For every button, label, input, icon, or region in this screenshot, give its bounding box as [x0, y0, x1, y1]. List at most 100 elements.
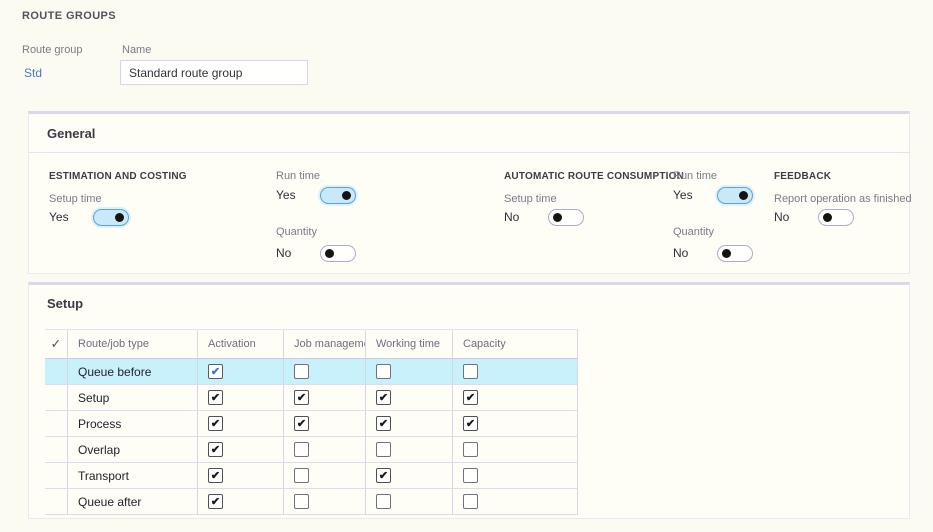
grid-checkbox[interactable]: ✔ [463, 390, 478, 405]
route-job-type-cell: Transport [68, 463, 198, 488]
row-select-cell[interactable] [45, 411, 68, 436]
route-job-type-cell: Process [68, 411, 198, 436]
setup-table: ✓ Route/job type Activation Job manageme… [45, 329, 578, 515]
row-select-cell[interactable] [45, 385, 68, 410]
row-select-cell[interactable] [45, 463, 68, 488]
tab-general-header[interactable]: General [29, 114, 909, 153]
table-row[interactable]: Transport ✔ ✔ [45, 463, 578, 489]
grid-checkbox[interactable] [463, 494, 478, 509]
toggle-knob [722, 249, 731, 258]
checkbox-cell: ✔ [366, 385, 453, 410]
grid-checkbox[interactable] [463, 442, 478, 457]
route-job-type-cell: Overlap [68, 437, 198, 462]
col-header-activation[interactable]: Activation [198, 330, 284, 358]
route-group-value[interactable]: Std [24, 66, 42, 80]
row-select-cell[interactable] [45, 359, 68, 384]
setup-table-body: Queue before✔Setup✔✔✔✔Process✔✔✔✔Overlap… [45, 359, 578, 515]
tab-setup-header[interactable]: Setup [29, 285, 909, 321]
grid-checkbox[interactable] [294, 442, 309, 457]
checkbox-cell [366, 359, 453, 384]
group-heading: FEEDBACK [774, 171, 831, 182]
checkbox-cell: ✔ [198, 359, 284, 384]
table-row[interactable]: Queue before ✔ [45, 359, 578, 385]
table-row[interactable]: Process ✔ ✔ ✔ ✔ [45, 411, 578, 437]
grid-checkbox[interactable]: ✔ [376, 390, 391, 405]
checkbox-cell [284, 489, 366, 514]
grid-checkbox[interactable]: ✔ [208, 494, 223, 509]
row-select-cell[interactable] [45, 437, 68, 462]
grid-checkbox[interactable]: ✔ [294, 416, 309, 431]
checkbox-cell [453, 437, 578, 462]
grid-checkbox[interactable]: ✔ [294, 390, 309, 405]
quantity-value: No [276, 246, 320, 260]
grid-checkbox[interactable]: ✔ [208, 442, 223, 457]
grid-checkbox[interactable]: ✔ [208, 416, 223, 431]
route-job-type-cell: Queue before [68, 359, 198, 384]
run-time-label: Run time [276, 170, 320, 182]
checkbox-cell: ✔ [198, 489, 284, 514]
toggle-knob [342, 191, 351, 200]
grid-checkbox[interactable]: ✔ [208, 364, 223, 379]
estimation-quantity-toggle[interactable] [320, 245, 356, 262]
group-heading: AUTOMATIC ROUTE CONSUMPTION [504, 171, 684, 182]
report-operation-as-finished-label: Report operation as finished [774, 193, 912, 205]
grid-checkbox[interactable]: ✔ [208, 468, 223, 483]
col-header-job-management[interactable]: Job management [284, 330, 366, 358]
grid-checkbox[interactable]: ✔ [376, 416, 391, 431]
col-header-capacity[interactable]: Capacity [453, 330, 578, 358]
table-row[interactable]: Setup✔✔✔✔ [45, 385, 578, 411]
consumption-setup-time-toggle[interactable] [548, 209, 584, 226]
grid-checkbox[interactable]: ✔ [463, 416, 478, 431]
checkbox-cell [284, 437, 366, 462]
toggle-knob [739, 191, 748, 200]
name-label: Name [122, 44, 151, 56]
toggle-knob [823, 213, 832, 222]
checkbox-cell [453, 489, 578, 514]
estimation-run-time-toggle[interactable] [320, 187, 356, 204]
grid-checkbox[interactable] [463, 364, 478, 379]
checkbox-cell [366, 437, 453, 462]
checkbox-cell [366, 489, 453, 514]
col-header-route-job-type[interactable]: Route/job type [68, 330, 198, 358]
run-time-label: Run time [673, 170, 717, 182]
checkmark-icon: ✓ [51, 336, 62, 352]
grid-checkbox[interactable] [294, 494, 309, 509]
quantity-label: Quantity [673, 226, 714, 238]
grid-checkbox[interactable]: ✔ [208, 390, 223, 405]
checkbox-cell: ✔ [198, 437, 284, 462]
general-section: General ESTIMATION AND COSTING Setup tim… [28, 111, 910, 274]
grid-checkbox[interactable] [294, 364, 309, 379]
table-row[interactable]: Queue after✔ [45, 489, 578, 515]
feedback-report-finished-toggle[interactable] [818, 209, 854, 226]
grid-checkbox[interactable] [376, 494, 391, 509]
setup-time-label: Setup time [504, 193, 557, 205]
checkbox-cell [453, 359, 578, 384]
checkbox-cell: ✔ [284, 385, 366, 410]
run-time-value: Yes [673, 188, 717, 202]
grid-checkbox[interactable]: ✔ [376, 468, 391, 483]
toggle-knob [553, 213, 562, 222]
grid-checkbox[interactable] [376, 442, 391, 457]
estimation-setup-time-toggle[interactable] [93, 209, 129, 226]
consumption-quantity-toggle[interactable] [717, 245, 753, 262]
select-all-cell[interactable]: ✓ [45, 330, 68, 358]
toggle-knob [325, 249, 334, 258]
consumption-run-time-toggle[interactable] [717, 187, 753, 204]
col-header-working-time[interactable]: Working time [366, 330, 453, 358]
grid-checkbox[interactable] [463, 468, 478, 483]
run-time-value: Yes [276, 188, 320, 202]
checkbox-cell [284, 463, 366, 488]
setup-section: Setup ✓ Route/job type Activation Job ma… [28, 282, 910, 519]
checkbox-cell: ✔ [198, 385, 284, 410]
checkbox-cell: ✔ [366, 411, 453, 436]
row-select-cell[interactable] [45, 489, 68, 514]
checkbox-cell [453, 463, 578, 488]
table-row[interactable]: Overlap ✔ [45, 437, 578, 463]
grid-checkbox[interactable] [376, 364, 391, 379]
checkbox-cell: ✔ [453, 385, 578, 410]
name-input[interactable] [120, 60, 308, 85]
setup-table-header: ✓ Route/job type Activation Job manageme… [45, 329, 578, 359]
checkbox-cell: ✔ [284, 411, 366, 436]
grid-checkbox[interactable] [294, 468, 309, 483]
page-title: ROUTE GROUPS [22, 10, 116, 22]
